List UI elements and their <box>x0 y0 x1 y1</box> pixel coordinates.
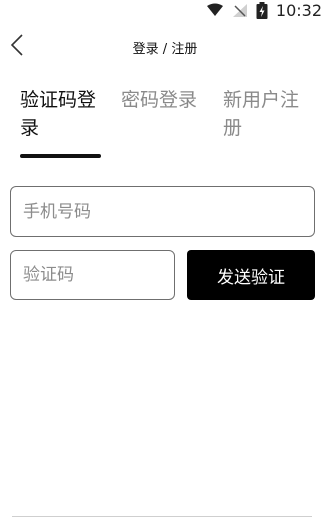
active-tab-indicator <box>20 154 101 158</box>
status-bar: 10:32 <box>0 0 330 26</box>
status-icons: 10:32 <box>206 0 322 20</box>
status-time: 10:32 <box>275 0 322 20</box>
tab-sms-code-login[interactable]: 验证码登录 <box>20 86 108 142</box>
phone-number-input[interactable] <box>10 186 315 237</box>
verification-code-input[interactable] <box>10 250 175 300</box>
no-signal-icon <box>232 3 248 18</box>
battery-charging-icon <box>256 1 268 19</box>
login-tabs: 验证码登录 密码登录 新用户注册 <box>20 86 318 160</box>
page-title: 登录 / 注册 <box>132 42 198 57</box>
tab-password-login[interactable]: 密码登录 <box>121 86 211 114</box>
tab-new-user-register[interactable]: 新用户注册 <box>223 86 313 142</box>
bottom-divider <box>12 516 312 517</box>
send-code-button[interactable]: 发送验证 <box>187 250 315 300</box>
app-bar: 登录 / 注册 <box>0 26 330 68</box>
wifi-icon <box>206 3 224 17</box>
